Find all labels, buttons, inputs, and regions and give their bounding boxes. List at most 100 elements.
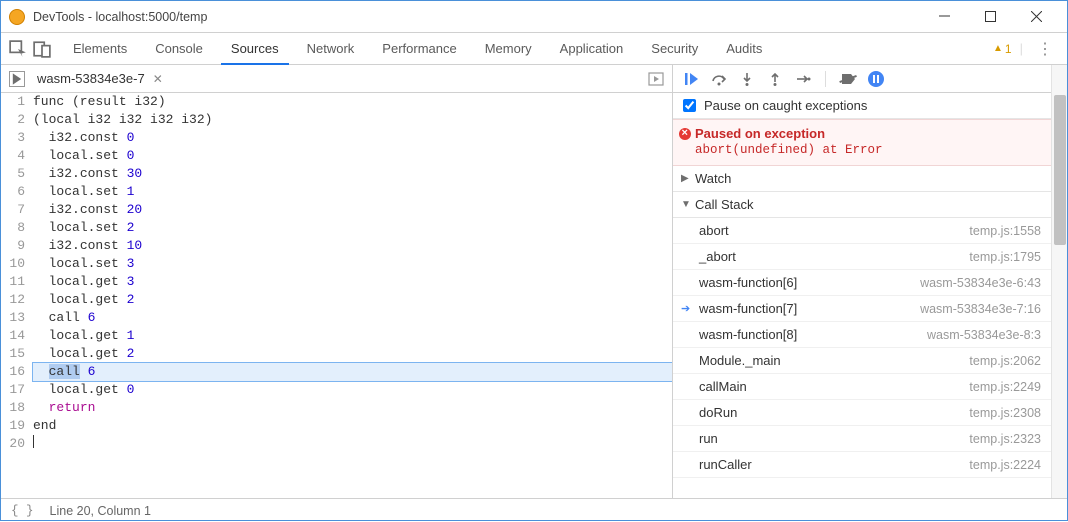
callstack-frame[interactable]: Module._maintemp.js:2062 [673, 348, 1051, 374]
code-content[interactable]: local.set 1 [33, 183, 672, 201]
tab-security[interactable]: Security [641, 33, 708, 65]
code-content[interactable]: i32.const 10 [33, 237, 672, 255]
code-content[interactable]: call 6 [33, 363, 672, 381]
line-number[interactable]: 12 [1, 291, 33, 309]
line-number[interactable]: 1 [1, 93, 33, 111]
device-toolbar-icon[interactable] [33, 40, 51, 58]
line-number[interactable]: 13 [1, 309, 33, 327]
pause-caught-checkbox[interactable] [683, 99, 696, 112]
code-line[interactable]: 11 local.get 3 [1, 273, 672, 291]
code-content[interactable]: local.set 2 [33, 219, 672, 237]
line-number[interactable]: 3 [1, 129, 33, 147]
code-line[interactable]: 19end [1, 417, 672, 435]
code-content[interactable]: local.get 0 [33, 381, 672, 399]
code-line[interactable]: 8 local.set 2 [1, 219, 672, 237]
code-line[interactable]: 13 call 6 [1, 309, 672, 327]
code-line[interactable]: 2(local i32 i32 i32 i32) [1, 111, 672, 129]
line-number[interactable]: 2 [1, 111, 33, 129]
code-content[interactable]: i32.const 30 [33, 165, 672, 183]
pause-on-exceptions-button[interactable] [868, 71, 884, 87]
right-pane-scrollbar[interactable] [1051, 65, 1067, 498]
line-number[interactable]: 6 [1, 183, 33, 201]
code-line[interactable]: 4 local.set 0 [1, 147, 672, 165]
line-number[interactable]: 17 [1, 381, 33, 399]
callstack-frame[interactable]: _aborttemp.js:1795 [673, 244, 1051, 270]
watch-panel-header[interactable]: ▶ Watch [673, 166, 1051, 192]
code-content[interactable]: return [33, 399, 672, 417]
callstack-panel-header[interactable]: ▼ Call Stack [673, 192, 1051, 218]
navigator-toggle-icon[interactable] [9, 71, 25, 87]
code-content[interactable]: local.get 2 [33, 345, 672, 363]
tab-elements[interactable]: Elements [63, 33, 137, 65]
callstack-frame[interactable]: wasm-function[6]wasm-53834e3e-6:43 [673, 270, 1051, 296]
tab-audits[interactable]: Audits [716, 33, 772, 65]
code-content[interactable]: call 6 [33, 309, 672, 327]
code-line[interactable]: 9 i32.const 10 [1, 237, 672, 255]
deactivate-breakpoints-button[interactable] [840, 71, 856, 87]
tab-application[interactable]: Application [550, 33, 634, 65]
window-close-button[interactable] [1013, 1, 1059, 33]
line-number[interactable]: 20 [1, 435, 33, 454]
line-number[interactable]: 18 [1, 399, 33, 417]
line-number[interactable]: 11 [1, 273, 33, 291]
tab-console[interactable]: Console [145, 33, 213, 65]
window-minimize-button[interactable] [921, 1, 967, 33]
tab-sources[interactable]: Sources [221, 33, 289, 65]
step-over-button[interactable] [711, 71, 727, 87]
code-content[interactable]: func (result i32) [33, 93, 672, 111]
warnings-badge[interactable]: 1 [993, 42, 1012, 56]
step-button[interactable] [795, 71, 811, 87]
code-line[interactable]: 18 return [1, 399, 672, 417]
line-number[interactable]: 10 [1, 255, 33, 273]
line-number[interactable]: 5 [1, 165, 33, 183]
code-content[interactable]: i32.const 20 [33, 201, 672, 219]
close-icon[interactable]: ✕ [153, 72, 163, 86]
callstack-frame[interactable]: doRuntemp.js:2308 [673, 400, 1051, 426]
resume-script-button[interactable] [683, 71, 699, 87]
window-maximize-button[interactable] [967, 1, 1013, 33]
callstack-frame[interactable]: wasm-function[7]wasm-53834e3e-7:16 [673, 296, 1051, 322]
callstack-frame[interactable]: wasm-function[8]wasm-53834e3e-8:3 [673, 322, 1051, 348]
code-content[interactable] [33, 435, 672, 454]
line-number[interactable]: 19 [1, 417, 33, 435]
line-number[interactable]: 15 [1, 345, 33, 363]
code-content[interactable]: i32.const 0 [33, 129, 672, 147]
file-tab[interactable]: wasm-53834e3e-7 ✕ [37, 71, 163, 86]
callstack-frame[interactable]: runCallertemp.js:2224 [673, 452, 1051, 478]
code-line[interactable]: 3 i32.const 0 [1, 129, 672, 147]
code-line[interactable]: 1func (result i32) [1, 93, 672, 111]
code-line[interactable]: 12 local.get 2 [1, 291, 672, 309]
code-content[interactable]: local.get 3 [33, 273, 672, 291]
callstack-frame[interactable]: callMaintemp.js:2249 [673, 374, 1051, 400]
line-number[interactable]: 8 [1, 219, 33, 237]
code-line[interactable]: 15 local.get 2 [1, 345, 672, 363]
code-content[interactable]: local.set 0 [33, 147, 672, 165]
callstack-frame[interactable]: aborttemp.js:1558 [673, 218, 1051, 244]
code-content[interactable]: local.set 3 [33, 255, 672, 273]
tab-memory[interactable]: Memory [475, 33, 542, 65]
pretty-print-icon[interactable]: { } [11, 504, 34, 518]
code-line[interactable]: 16 call 6 [1, 363, 672, 381]
line-number[interactable]: 16 [1, 363, 33, 381]
code-line[interactable]: 6 local.set 1 [1, 183, 672, 201]
line-number[interactable]: 4 [1, 147, 33, 165]
code-line[interactable]: 17 local.get 0 [1, 381, 672, 399]
code-line[interactable]: 10 local.set 3 [1, 255, 672, 273]
line-number[interactable]: 7 [1, 201, 33, 219]
inspect-element-icon[interactable] [9, 40, 27, 58]
settings-menu-icon[interactable]: ⋮ [1031, 39, 1059, 59]
callstack-frame[interactable]: runtemp.js:2323 [673, 426, 1051, 452]
resume-panel-icon[interactable] [648, 71, 664, 87]
code-line[interactable]: 20 [1, 435, 672, 454]
line-number[interactable]: 9 [1, 237, 33, 255]
code-line[interactable]: 7 i32.const 20 [1, 201, 672, 219]
tab-performance[interactable]: Performance [372, 33, 466, 65]
code-line[interactable]: 14 local.get 1 [1, 327, 672, 345]
code-content[interactable]: end [33, 417, 672, 435]
code-content[interactable]: local.get 1 [33, 327, 672, 345]
code-content[interactable]: local.get 2 [33, 291, 672, 309]
code-line[interactable]: 5 i32.const 30 [1, 165, 672, 183]
step-out-button[interactable] [767, 71, 783, 87]
tab-network[interactable]: Network [297, 33, 365, 65]
line-number[interactable]: 14 [1, 327, 33, 345]
